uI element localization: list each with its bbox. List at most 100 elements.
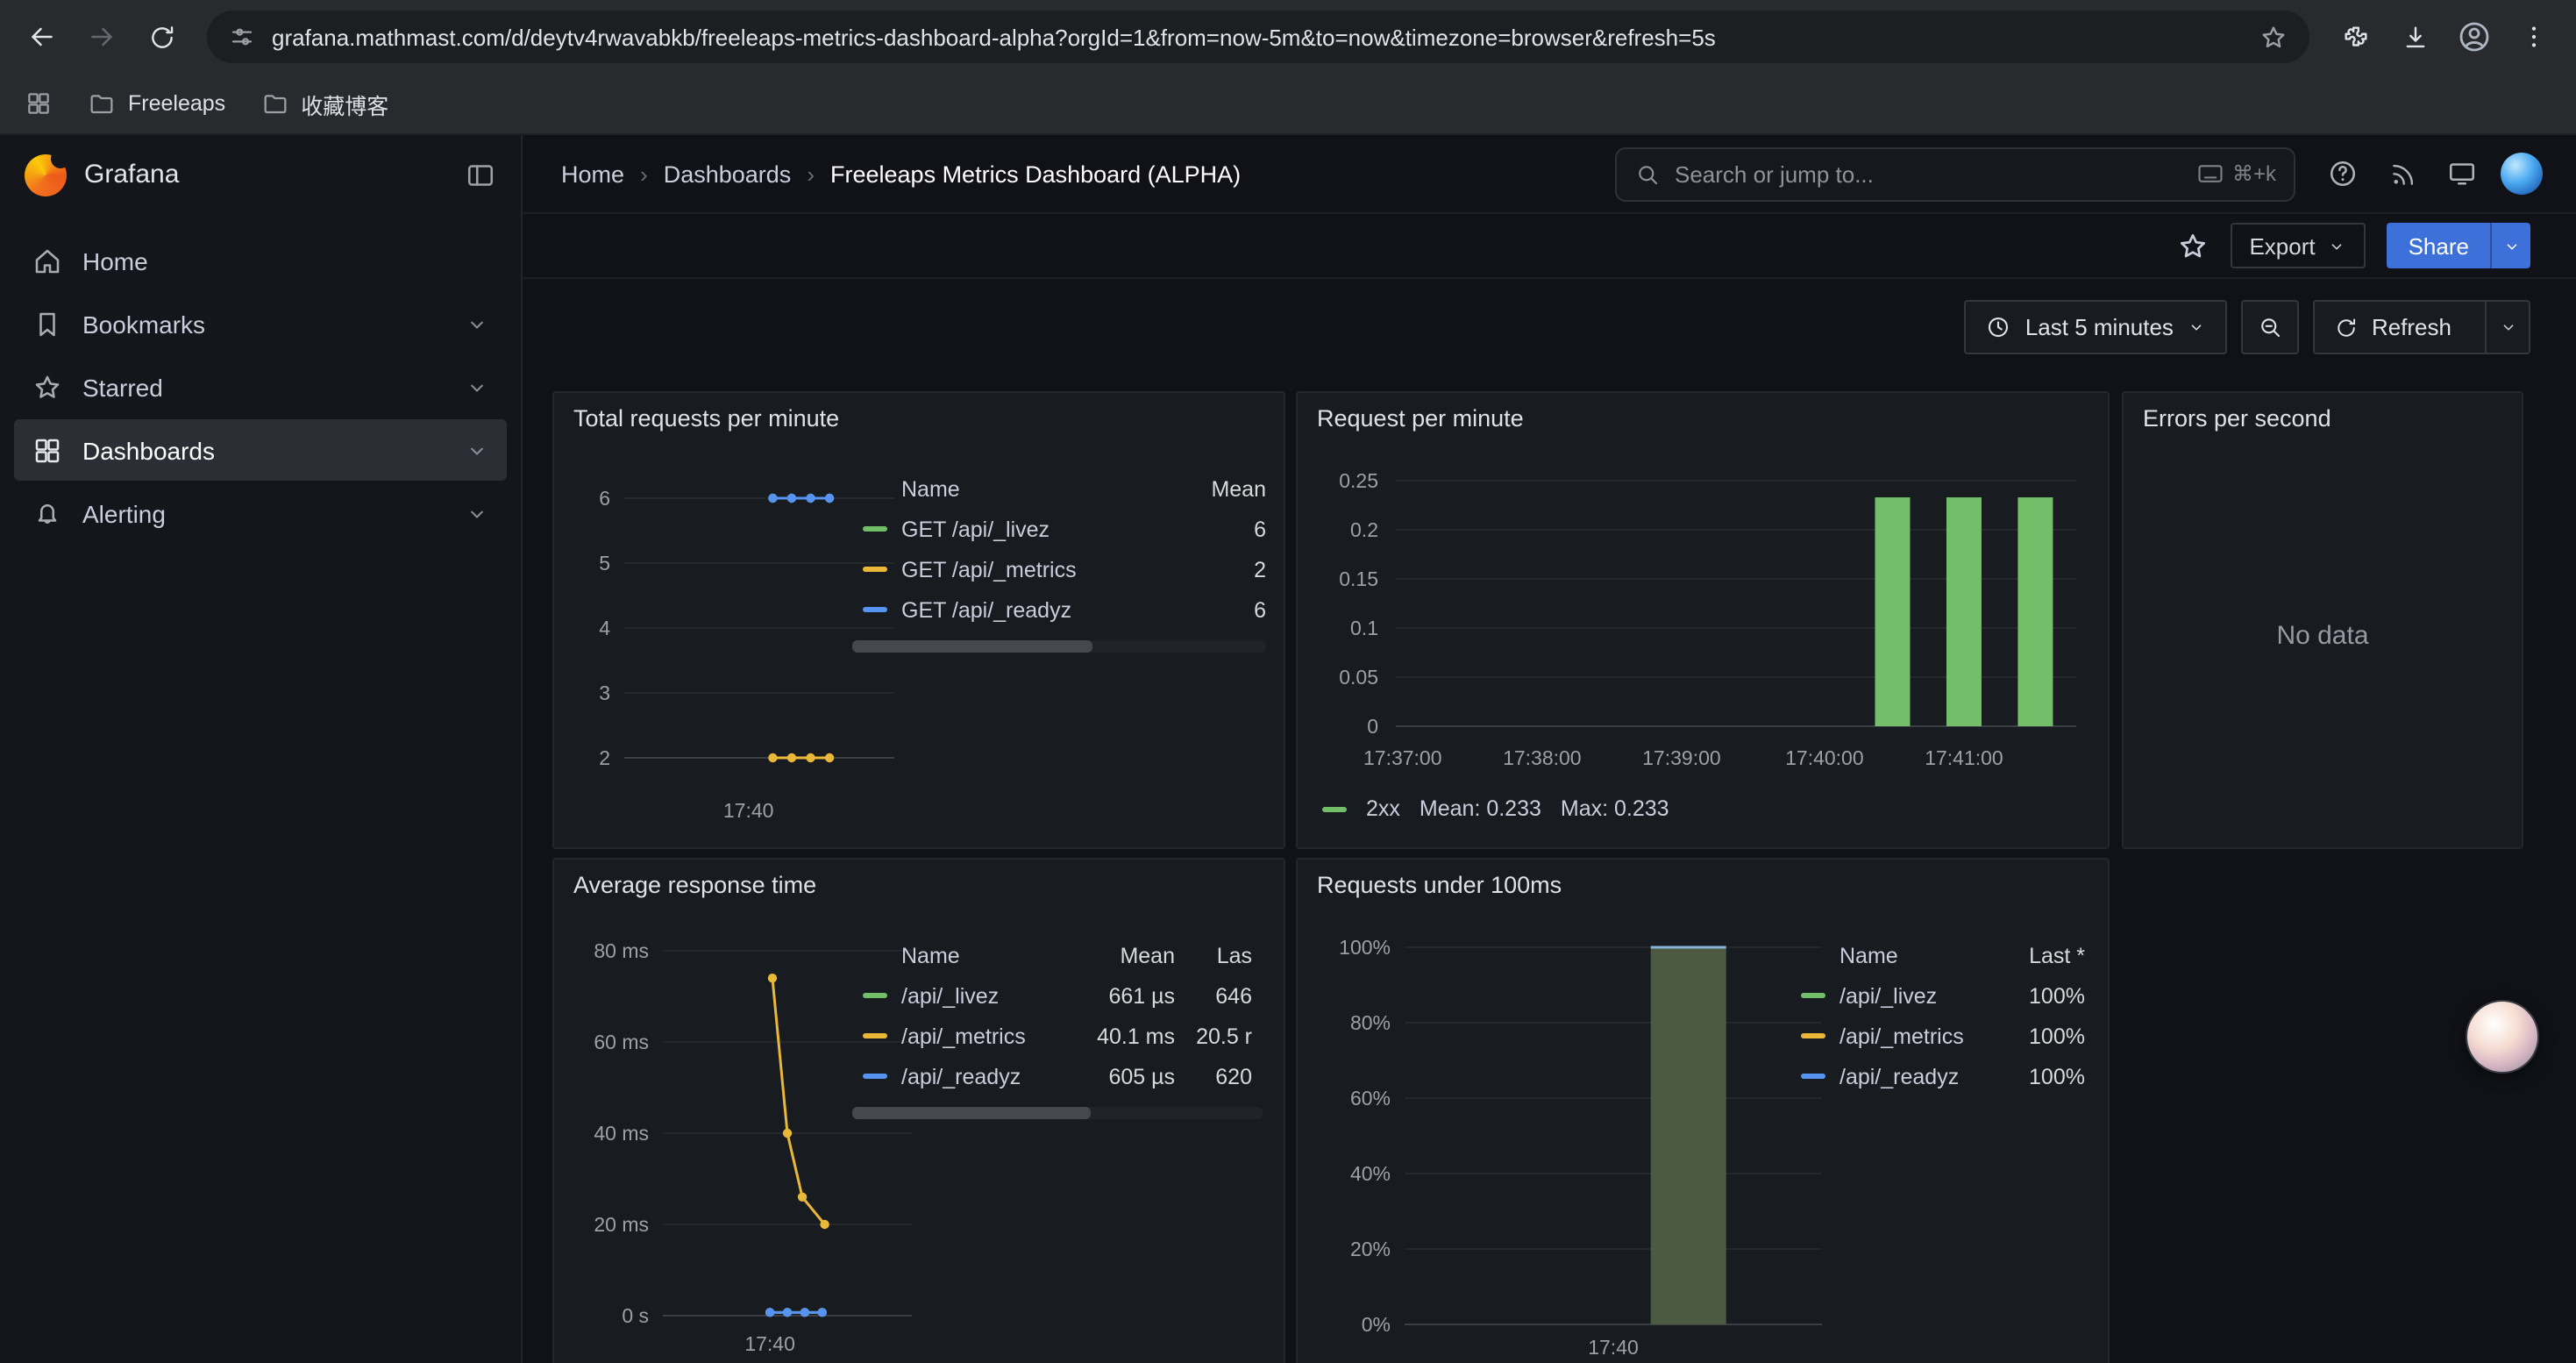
share-button[interactable]: Share: [2387, 223, 2490, 268]
legend-col-last[interactable]: Last *: [1990, 944, 2085, 968]
downloads-icon[interactable]: [2387, 9, 2443, 65]
chart-request-per-minute[interactable]: 0.250.20.150.10.05017:37:0017:38:0017:39…: [1308, 463, 2097, 840]
legend-header: Name Mean: [852, 470, 1266, 509]
share-dropdown-button[interactable]: [2490, 223, 2530, 268]
legend-series-name[interactable]: GET /api/_livez: [901, 517, 1171, 541]
legend-col-mean[interactable]: Mean: [1171, 477, 1266, 502]
svg-text:80%: 80%: [1350, 1011, 1391, 1034]
search-input[interactable]: Search or jump to... ⌘+k: [1615, 146, 2295, 201]
svg-text:17:38:00: 17:38:00: [1503, 746, 1582, 769]
browser-profile-icon[interactable]: [2446, 9, 2502, 65]
chevron-down-icon: [2328, 236, 2347, 255]
legend-series-mean: 2: [1171, 557, 1266, 582]
sidebar-item-label: Dashboards: [82, 436, 215, 464]
user-avatar[interactable]: [2495, 147, 2548, 200]
svg-text:60 ms: 60 ms: [594, 1031, 649, 1053]
legend-max: Max: 0.233: [1561, 796, 1669, 821]
browser-menu-icon[interactable]: [2506, 9, 2562, 65]
chevron-down-icon[interactable]: [465, 501, 489, 525]
refresh-button[interactable]: Refresh: [2316, 302, 2471, 353]
site-info-icon[interactable]: [228, 23, 256, 51]
svg-text:4: 4: [599, 617, 610, 639]
legend-series-name[interactable]: GET /api/_metrics: [901, 557, 1171, 582]
svg-text:0.15: 0.15: [1339, 567, 1378, 590]
rss-icon[interactable]: [2376, 147, 2429, 200]
legend-table: Name Last * /api/_livez 100% /api/_metri…: [1790, 937, 2085, 1096]
legend-col-last[interactable]: Las: [1175, 944, 1252, 968]
legend-series-name[interactable]: /api/_livez: [901, 983, 1070, 1008]
back-button[interactable]: [14, 9, 70, 65]
panel-title[interactable]: Request per minute: [1317, 405, 1524, 432]
keyboard-icon: [2197, 163, 2224, 184]
sidebar-item-starred[interactable]: Starred: [14, 356, 507, 417]
bookmark-folder-blogs[interactable]: 收藏博客: [260, 87, 388, 120]
time-range-picker[interactable]: Last 5 minutes: [1964, 300, 2228, 354]
legend-series-name[interactable]: GET /api/_readyz: [901, 597, 1171, 622]
legend-header: Name Mean Las: [852, 937, 1263, 975]
series-color-swatch: [863, 1074, 887, 1079]
legend-col-name[interactable]: Name: [901, 477, 1171, 502]
legend-scrollbar[interactable]: [852, 640, 1266, 653]
legend-table: Name Mean GET /api/_livez 6 GET /api/_me…: [852, 470, 1266, 653]
sidebar-item-home[interactable]: Home: [14, 230, 507, 291]
sidebar-item-bookmarks[interactable]: Bookmarks: [14, 293, 507, 354]
legend-series-last: 646: [1175, 983, 1252, 1008]
scrollbar-thumb[interactable]: [852, 1107, 1090, 1119]
legend-col-name[interactable]: Name: [1839, 944, 1990, 968]
legend-series-name[interactable]: /api/_metrics: [901, 1024, 1070, 1048]
series-color-swatch: [863, 526, 887, 532]
svg-text:17:40: 17:40: [723, 799, 774, 822]
refresh-interval-dropdown[interactable]: [2485, 302, 2529, 353]
bookmark-folder-freeleaps[interactable]: Freeleaps: [88, 89, 225, 118]
chevron-down-icon[interactable]: [465, 438, 489, 462]
sidebar: Grafana Home Bookmarks Starred: [0, 135, 523, 1363]
legend-series-name[interactable]: /api/_livez: [1839, 983, 1990, 1008]
zoom-out-button[interactable]: [2242, 300, 2300, 354]
panel-title[interactable]: Requests under 100ms: [1317, 872, 1562, 898]
legend-series-name[interactable]: 2xx: [1366, 796, 1400, 821]
legend-series-name[interactable]: /api/_readyz: [901, 1064, 1070, 1088]
help-icon[interactable]: [2316, 147, 2369, 200]
url-bar[interactable]: grafana.mathmast.com/d/deytv4rwavabkb/fr…: [207, 11, 2309, 63]
breadcrumb-home[interactable]: Home: [561, 161, 624, 187]
apps-grid-icon[interactable]: [25, 89, 53, 118]
legend-series-name[interactable]: /api/_metrics: [1839, 1024, 1990, 1048]
series-color-swatch: [863, 607, 887, 612]
chart-requests-under-100ms[interactable]: 100%80%60%40%20%0%17:40: [1308, 930, 1834, 1363]
bookmark-star-icon[interactable]: [2259, 22, 2288, 52]
chevron-down-icon[interactable]: [465, 311, 489, 336]
legend-scrollbar[interactable]: [852, 1107, 1263, 1119]
scrollbar-thumb[interactable]: [852, 640, 1092, 653]
breadcrumb-dashboards[interactable]: Dashboards: [664, 161, 792, 187]
legend-col-name[interactable]: Name: [901, 944, 1070, 968]
legend-col-mean[interactable]: Mean: [1070, 944, 1175, 968]
svg-text:3: 3: [599, 682, 610, 704]
extensions-icon[interactable]: [2327, 9, 2383, 65]
panel-title[interactable]: Total requests per minute: [573, 405, 839, 432]
sidebar-item-alerting[interactable]: Alerting: [14, 482, 507, 544]
forward-button[interactable]: [74, 9, 130, 65]
bookmarks-bar: Freeleaps 收藏博客: [0, 74, 2576, 135]
display-icon[interactable]: [2436, 147, 2488, 200]
no-data-message: No data: [2124, 621, 2522, 651]
export-button[interactable]: Export: [2230, 223, 2366, 268]
grafana-logo[interactable]: [25, 153, 67, 196]
sidebar-collapse-icon[interactable]: [465, 159, 496, 190]
sidebar-item-dashboards[interactable]: Dashboards: [14, 419, 507, 481]
panel-title[interactable]: Errors per second: [2143, 405, 2331, 432]
breadcrumb-separator: ›: [640, 161, 648, 187]
legend-series-mean: 6: [1171, 517, 1266, 541]
assistant-avatar[interactable]: [2466, 1000, 2539, 1074]
legend-row: /api/_metrics 40.1 ms 20.5 r: [852, 1016, 1263, 1056]
svg-text:17:39:00: 17:39:00: [1642, 746, 1721, 769]
chevron-down-icon[interactable]: [465, 375, 489, 399]
reload-button[interactable]: [133, 9, 189, 65]
time-range-label: Last 5 minutes: [2025, 314, 2174, 340]
svg-text:17:40: 17:40: [744, 1332, 795, 1355]
legend-row: GET /api/_metrics 2: [852, 549, 1266, 589]
panel-title[interactable]: Average response time: [573, 872, 816, 898]
chart-svg: 100%80%60%40%20%0%17:40: [1308, 930, 1834, 1363]
favorite-star-icon[interactable]: [2175, 229, 2209, 262]
legend-series-name[interactable]: /api/_readyz: [1839, 1064, 1990, 1088]
legend-row: /api/_metrics 100%: [1790, 1016, 2085, 1056]
